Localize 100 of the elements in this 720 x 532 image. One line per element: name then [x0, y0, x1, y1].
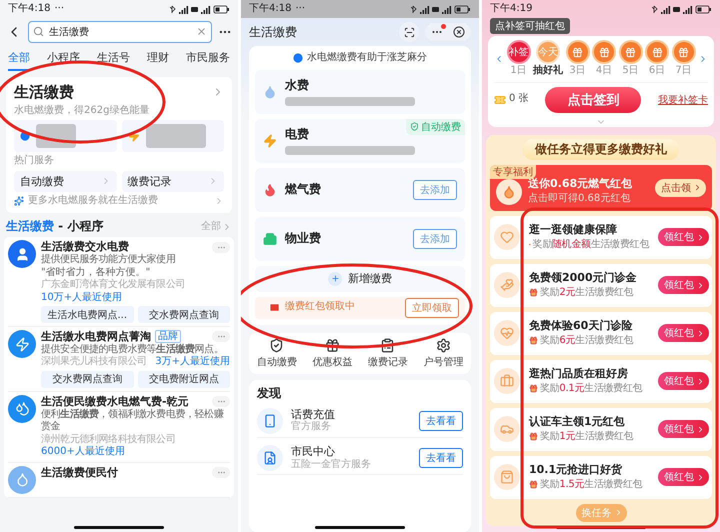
status-more: ··· — [54, 2, 64, 16]
close-icon[interactable] — [453, 26, 465, 38]
building-icon — [263, 232, 277, 246]
add-bill-button[interactable]: 新增缴费 — [255, 266, 465, 292]
document-icon — [263, 450, 277, 465]
app-name[interactable]: 生活缴水电费网点菁淘 — [41, 330, 151, 344]
day-label: 5日 — [622, 65, 639, 78]
service-subtitle: 水电燃缴费，得262g绿色能量 — [14, 104, 150, 118]
droplet-icon — [14, 472, 30, 487]
scan-button[interactable] — [399, 22, 419, 42]
suitcase-icon — [500, 374, 514, 388]
app-action-button[interactable]: 交水费网点查询 — [41, 370, 134, 388]
lightning-icon — [128, 130, 140, 142]
task-title: 免费体验60天门诊险 — [529, 318, 634, 333]
bill-name: 水费 — [285, 78, 310, 92]
claim-button[interactable]: 领红包 — [658, 468, 709, 486]
day-label: 3日 — [569, 65, 586, 78]
day-label: 6日 — [648, 65, 666, 78]
exclusive-tag: 专享福利 — [490, 164, 536, 178]
task-title: 10.1元抢进口好货 — [529, 462, 624, 477]
signal-battery-icon — [411, 4, 471, 14]
bill-item[interactable]: 燃气费 去添加 — [255, 168, 465, 212]
person-icon — [14, 246, 30, 262]
section-label: 热门服务 — [14, 155, 55, 168]
task-title: 认证车主领1元红包 — [529, 414, 626, 429]
service-button[interactable]: 缴费记录 — [122, 170, 224, 192]
search-tab[interactable]: 市民服务 — [186, 48, 230, 71]
bill-item[interactable]: 物业费 去添加 — [255, 216, 465, 260]
search-field[interactable]: 生活缴费 — [28, 21, 212, 43]
makeup-card-link[interactable]: 我要补签卡 — [658, 92, 708, 106]
claim-button[interactable]: 领红包 — [658, 324, 709, 342]
claim-button[interactable]: 领红包 — [658, 372, 709, 390]
day-label: 1日 — [510, 65, 527, 78]
app-name[interactable]: 生活缴费便民付 — [41, 466, 118, 480]
app-description: 提供便民服务功能方便大家使用 — [41, 254, 176, 266]
app-action-button[interactable]: 交电费附近网点 — [138, 370, 230, 388]
task-title: 免费领2000元门诊金 — [529, 270, 638, 285]
promo-text: 缴费红包领取中 — [285, 301, 355, 314]
app-logo[interactable] — [8, 466, 36, 494]
day-badge: 今天 — [536, 40, 560, 64]
chevron-icon — [696, 328, 705, 338]
app-action-button[interactable]: 生活水电费网点... — [41, 306, 134, 323]
clipboard-icon — [380, 338, 396, 352]
app-name[interactable]: 生活缴费交水电费 — [41, 240, 129, 254]
ticket-icon — [494, 94, 506, 106]
shortcut-button[interactable]: 户号管理 — [416, 338, 471, 368]
sparkle-icon — [14, 196, 24, 206]
reward-text: 奖励0.1元生活缴费红包 — [540, 382, 642, 396]
signal-battery-icon — [652, 4, 712, 14]
bill-item[interactable]: 水费 — [255, 70, 465, 114]
chevron-icon — [696, 472, 705, 482]
envelope-icon — [269, 302, 280, 313]
reward-text: 奖励随机金额生活缴费红包 — [532, 238, 649, 252]
usage-count: 10万+人最近使用 — [41, 292, 122, 304]
clear-icon[interactable] — [196, 26, 207, 37]
app-name[interactable]: 生活便民缴费水电燃气费-乾元 — [41, 394, 189, 408]
bill-name: 燃气费 — [285, 182, 321, 197]
app-description: 便利生活缴费，领福利缴水费电费，轻松赚赏金 — [41, 408, 225, 434]
search-icon — [33, 26, 44, 37]
app-action-button[interactable]: 交水费网点查询 — [138, 306, 230, 323]
app-logo[interactable] — [8, 240, 36, 268]
section-title: 发现 — [257, 386, 282, 400]
app-logo[interactable] — [8, 330, 36, 358]
search-tab[interactable]: 理财 — [147, 48, 169, 71]
company-name: 广东金町湾体育文化发展有限公司 — [41, 279, 186, 292]
section-title: 生活缴费 - 小程序 — [6, 219, 104, 234]
search-tab[interactable]: 生活号 — [97, 48, 130, 71]
shortcut-button[interactable]: 优惠权益 — [304, 338, 360, 368]
usage-count: 3万+人最近使用 — [155, 356, 230, 369]
claim-button[interactable]: 领红包 — [658, 420, 709, 438]
view-button[interactable]: 去看看 — [419, 410, 463, 431]
reward-text: 奖励1.5元生活缴费红包 — [540, 478, 642, 492]
service-name: 话费充值 — [291, 408, 335, 420]
plus-icon — [328, 272, 342, 286]
claim-button[interactable]: 领红包 — [658, 276, 709, 294]
sign-in-button[interactable]: 点击签到 — [545, 86, 642, 112]
claim-button[interactable]: 点击领 — [655, 178, 706, 196]
settings-icon — [436, 338, 451, 352]
shortcut-button[interactable]: 缴费记录 — [360, 338, 416, 368]
account-tile[interactable] — [14, 120, 116, 152]
gift-icon — [572, 46, 583, 58]
lightning-icon — [263, 134, 277, 148]
brand-badge: 品牌 — [155, 330, 181, 344]
service-name: 市民中心 — [291, 444, 336, 458]
shield-icon — [269, 338, 284, 352]
shortcut-button[interactable]: 自动缴费 — [249, 338, 304, 368]
bill-item[interactable]: 电费 自动缴费 — [255, 118, 465, 162]
chevron-icon — [696, 424, 705, 434]
lightning-icon — [14, 336, 30, 352]
task-title: 逛热门品质在租好房 — [529, 366, 629, 381]
account-tile[interactable] — [122, 120, 224, 152]
view-button[interactable]: 去看看 — [419, 448, 463, 468]
app-logo[interactable] — [8, 394, 36, 423]
bag-icon — [500, 470, 514, 484]
board-title: 做任务立得更多缴费好礼 — [523, 138, 679, 160]
day-label: 7日 — [675, 65, 692, 78]
service-button[interactable]: 自动缴费 — [14, 170, 116, 192]
search-tab[interactable]: 全部 — [8, 48, 30, 71]
heart-pulse-icon — [500, 326, 514, 340]
claim-button[interactable]: 领红包 — [658, 228, 709, 246]
